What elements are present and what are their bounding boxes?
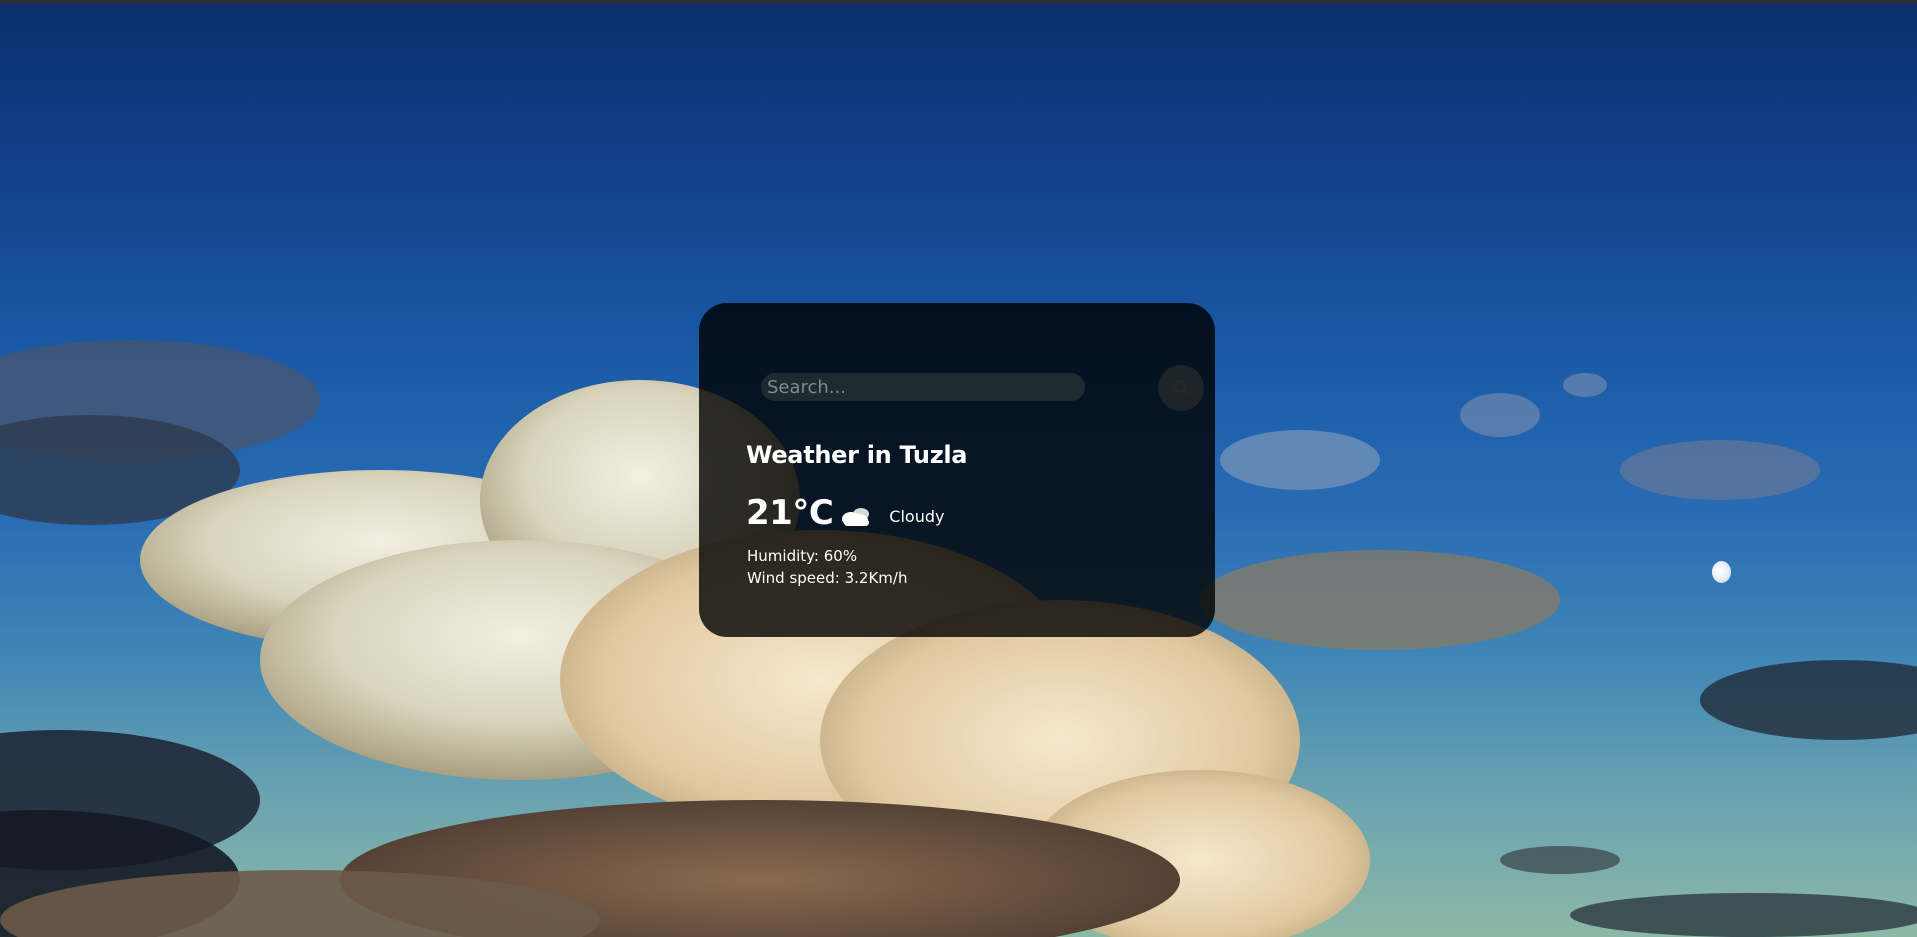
temperature-row: 21°C Cloudy: [746, 493, 944, 533]
moon: [1712, 561, 1731, 583]
search-button[interactable]: [1158, 365, 1204, 411]
temperature: 21°C: [746, 493, 834, 533]
weather-description: Cloudy: [889, 506, 945, 526]
browser-top-edge: [0, 0, 1917, 4]
wind-speed: Wind speed: 3.2Km/h: [747, 569, 908, 587]
weather-card: Weather in Tuzla 21°C Cloudy Humidity: 6…: [699, 303, 1215, 637]
humidity: Humidity: 60%: [747, 547, 858, 565]
search-input[interactable]: [761, 373, 1085, 401]
search-icon: [1173, 380, 1189, 396]
search-bar: [761, 361, 1204, 411]
city-title: Weather in Tuzla: [746, 441, 968, 469]
cloud-icon: [842, 508, 870, 526]
